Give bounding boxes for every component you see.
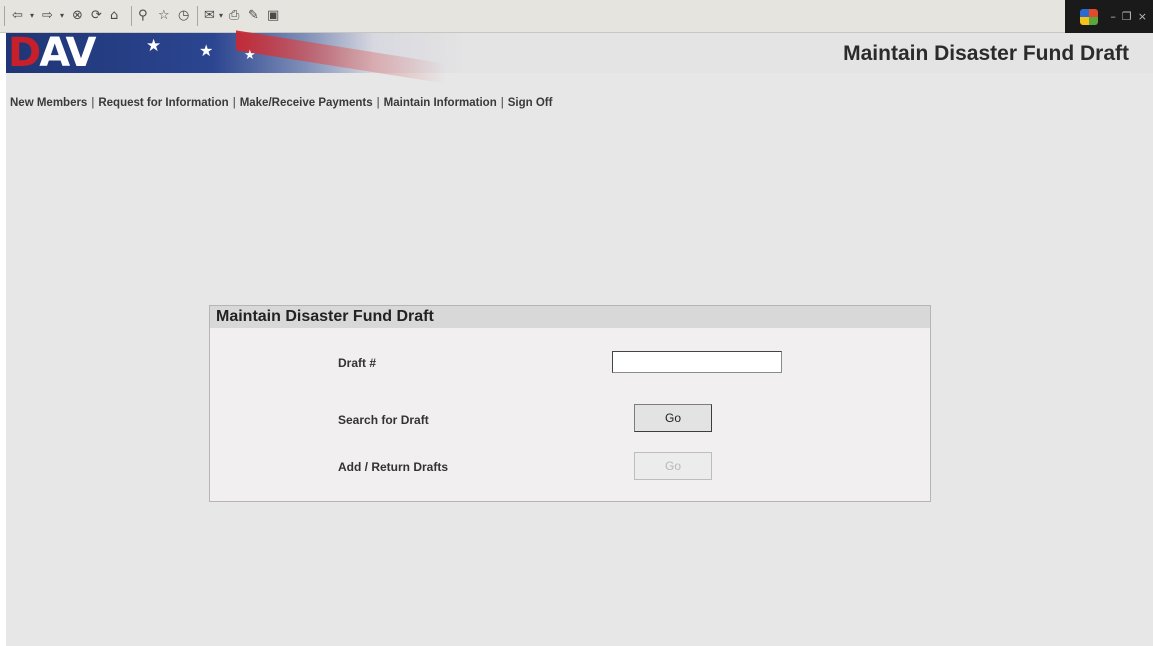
logo-letter-d: D [8,30,41,76]
star-icon: ★ [146,36,162,56]
dav-logo: DAV [8,33,96,73]
nav-separator: | [500,97,504,109]
flag-stripe [236,30,446,84]
search-draft-label: Search for Draft [338,413,429,427]
add-return-drafts-label: Add / Return Drafts [338,460,449,474]
nav-separator: | [232,97,236,109]
mail-dropdown-icon[interactable]: ▾ [219,8,223,24]
star-icon: ★ [199,41,214,60]
back-dropdown-icon[interactable]: ▾ [30,8,34,24]
page-title: Maintain Disaster Fund Draft [843,42,1129,65]
mail-icon[interactable]: ✉ [204,8,215,24]
toolbar-separator [131,6,132,26]
nav-maintain-information[interactable]: Maintain Information [384,97,497,109]
nav-separator: | [91,97,95,109]
nav-sign-off[interactable]: Sign Off [508,97,553,109]
panel-title: Maintain Disaster Fund Draft [210,306,930,328]
draft-number-input[interactable] [612,351,782,373]
back-arrow-icon[interactable]: ⇦ [12,8,23,24]
home-icon[interactable]: ⌂ [110,8,118,24]
browser-toolbar: ⇦ ▾ ⇨ ▾ ⊗ ⟳ ⌂ ⚲ ☆ ◷ ✉ ▾ ⎙ ✎ ▣ – ❐ × [0,0,1153,33]
favorites-icon[interactable]: ☆ [158,8,170,24]
restore-button[interactable]: ❐ [1122,10,1132,23]
history-icon[interactable]: ◷ [178,8,189,24]
nav-new-members[interactable]: New Members [10,97,87,109]
close-button[interactable]: × [1138,10,1147,23]
nav-make-receive-payments[interactable]: Make/Receive Payments [240,97,373,109]
draft-form-panel: Maintain Disaster Fund Draft Draft # Sea… [209,305,931,502]
minimize-button[interactable]: – [1110,10,1116,23]
edit-icon[interactable]: ✎ [248,8,259,24]
toolbar-separator [4,6,5,26]
stop-icon[interactable]: ⊗ [72,8,83,24]
nav-separator: | [376,97,380,109]
toolbar-separator [197,6,198,26]
forward-dropdown-icon[interactable]: ▾ [60,8,64,24]
main-nav: New Members | Request for Information | Make… [10,97,552,109]
refresh-icon[interactable]: ⟳ [91,8,102,24]
add-return-go-button[interactable]: Go [634,452,712,480]
forward-arrow-icon[interactable]: ⇨ [42,8,53,24]
draft-number-label: Draft # [338,356,377,370]
logo-letters-av: AV [39,30,96,76]
header-banner: ★ ★ ★ DAV Maintain Disaster Fund Draft [6,30,1153,84]
windows-logo-icon [1080,8,1099,25]
nav-request-for-information[interactable]: Request for Information [98,97,228,109]
discuss-icon[interactable]: ▣ [267,8,279,24]
window-controls: – ❐ × [1065,0,1153,33]
search-icon[interactable]: ⚲ [138,8,148,24]
search-go-button[interactable]: Go [634,404,712,432]
print-icon[interactable]: ⎙ [229,8,239,24]
star-icon: ★ [244,48,256,63]
app-content: ★ ★ ★ DAV Maintain Disaster Fund Draft N… [6,30,1153,646]
